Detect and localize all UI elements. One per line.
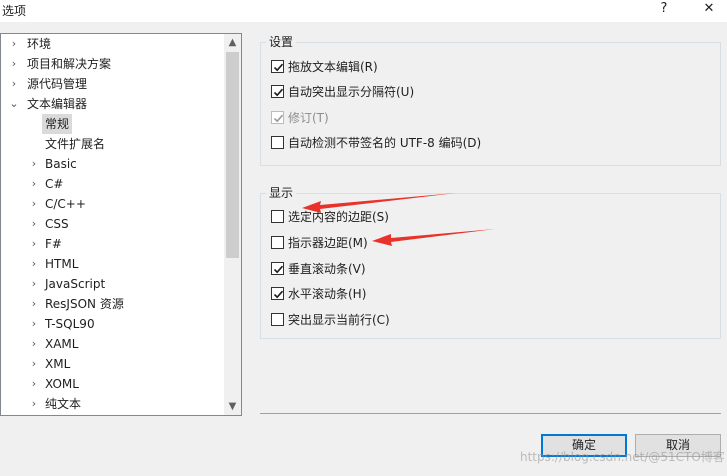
annotation-arrow-icon bbox=[302, 193, 456, 213]
annotation-arrows bbox=[302, 193, 495, 246]
annotation-arrow-icon bbox=[372, 229, 495, 246]
watermark: https://blog.csdn.net/@51CTO博客 bbox=[520, 450, 725, 464]
